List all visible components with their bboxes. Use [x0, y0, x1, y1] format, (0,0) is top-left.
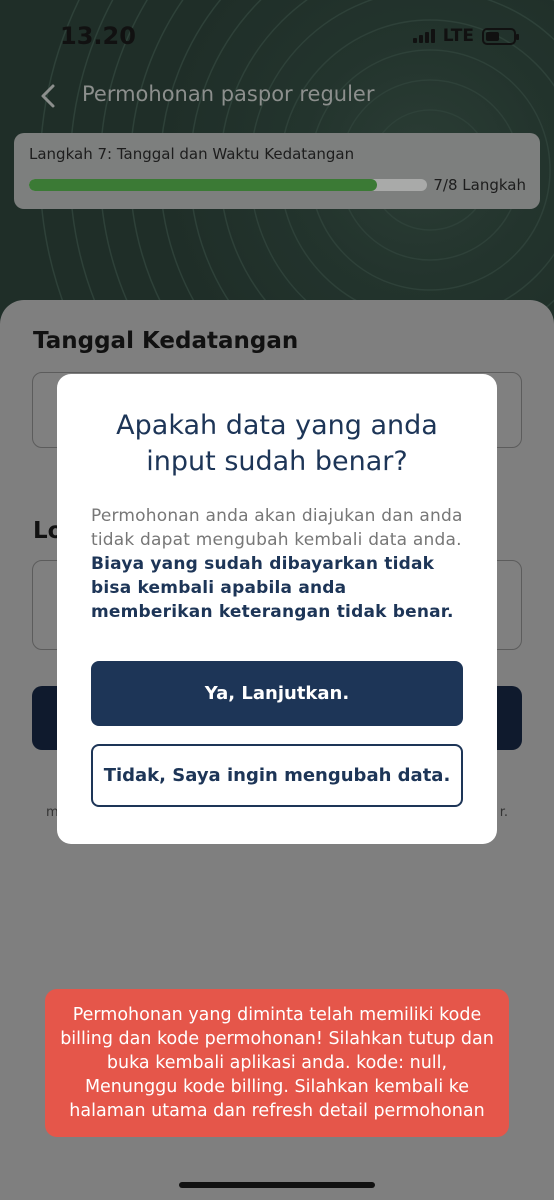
signal-icon — [412, 29, 435, 43]
confirmation-dialog: Apakah data yang anda input sudah benar?… — [57, 374, 497, 844]
chevron-left-icon — [41, 84, 55, 108]
dialog-title: Apakah data yang anda input sudah benar? — [116, 410, 438, 477]
confirm-button[interactable]: Ya, Lanjutkan. — [91, 661, 463, 726]
nav-bar: Permohonan paspor reguler — [0, 72, 554, 122]
status-icons: LTE — [412, 26, 519, 46]
error-toast: Permohonan yang diminta telah memiliki k… — [45, 989, 509, 1137]
edit-data-button[interactable]: Tidak, Saya ingin mengubah data. — [91, 744, 463, 807]
home-indicator[interactable] — [179, 1182, 375, 1188]
dialog-body-warning: Biaya yang sudah dibayarkan tidak bisa k… — [91, 554, 454, 622]
progress-step-label: Langkah 7: Tanggal dan Waktu Kedatangan — [29, 145, 355, 163]
network-type: LTE — [442, 26, 474, 46]
dialog-body-text: Permohonan anda akan diajukan dan anda t… — [91, 506, 463, 550]
status-bar: 13.20 LTE — [0, 0, 554, 70]
progress-count: 7/8 Langkah — [433, 176, 526, 194]
date-section-title: Tanggal Kedatangan — [33, 328, 299, 354]
battery-icon — [482, 27, 519, 45]
back-button[interactable] — [30, 78, 66, 114]
dialog-body: Permohonan anda akan diajukan dan anda t… — [91, 504, 471, 624]
progress-bar — [29, 179, 427, 191]
progress-bar-fill — [29, 179, 378, 191]
fine-print-end: r. — [499, 805, 508, 820]
progress-card: Langkah 7: Tanggal dan Waktu Kedatangan … — [14, 133, 540, 209]
status-time: 13.20 — [60, 22, 136, 50]
page-title: Permohonan paspor reguler — [82, 82, 375, 106]
